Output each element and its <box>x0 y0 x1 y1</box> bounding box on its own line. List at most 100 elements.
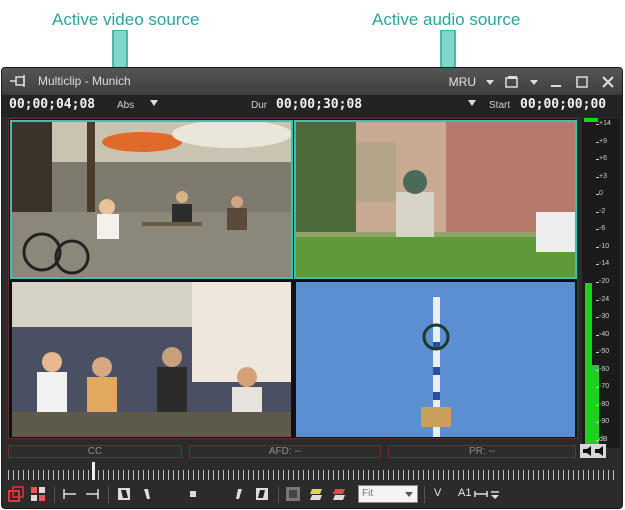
meter-tick <box>596 440 599 441</box>
abs-label: Abs <box>117 100 135 111</box>
camera-angle-1[interactable] <box>10 120 293 279</box>
meter-scale-label: -20 <box>599 278 610 285</box>
go-to-out-icon[interactable] <box>84 486 100 502</box>
meter-scale-label: -70 <box>599 383 610 390</box>
dropdown-menu-icon[interactable] <box>489 486 501 502</box>
meter-tick <box>596 264 599 265</box>
meter-scale-label: -80 <box>599 401 610 408</box>
callout-active-audio: Active audio source <box>372 10 521 29</box>
step-forward-icon[interactable] <box>254 486 270 502</box>
meter-scale-label: +3 <box>599 173 607 180</box>
zoom-fit-value: Fit <box>362 488 374 499</box>
street-cafe-image <box>12 122 291 277</box>
meter-tick <box>596 229 599 230</box>
meter-tick <box>596 335 599 336</box>
play-icon[interactable] <box>230 486 246 502</box>
meter-scale-label: -30 <box>599 313 610 320</box>
zoom-fit-select[interactable]: Fit <box>358 485 418 503</box>
multiclip-mode-icon[interactable] <box>8 486 24 502</box>
meter-tick <box>596 194 599 195</box>
current-timecode[interactable]: 00;00;04;08 <box>9 97 95 112</box>
meter-tick <box>596 282 599 283</box>
meter-scale-label: +9 <box>599 138 607 145</box>
camera-angle-3[interactable] <box>12 282 291 437</box>
chevron-down-icon <box>405 492 413 497</box>
go-to-in-icon[interactable] <box>62 486 78 502</box>
pin-icon[interactable] <box>10 74 28 88</box>
duration-timecode: 00;00;30;08 <box>276 97 363 112</box>
meter-scale-label: +14 <box>599 120 611 127</box>
link-tracks-icon[interactable] <box>474 486 488 502</box>
timecode-bar: 00;00;04;08 Abs Dur 00;00;30;08 Start 00… <box>2 95 622 117</box>
chevron-down-icon[interactable] <box>530 79 538 85</box>
park-statue-image <box>296 122 575 277</box>
title-bar-controls: MRU <box>449 72 616 92</box>
window-layout-icon[interactable] <box>504 74 520 90</box>
meter-tick <box>596 370 599 371</box>
audio-meter: +14 +9 +6 +3 0 -2 -6 -10 -14 -20 -24 -30 -40 -50 -60 -7… <box>582 118 620 448</box>
chevron-down-icon[interactable] <box>468 100 476 106</box>
separator <box>108 486 109 503</box>
meter-scale-label: -24 <box>599 296 610 303</box>
callout-active-video: Active video source <box>52 10 200 29</box>
jog-scrubber[interactable] <box>8 470 618 480</box>
meter-scale-label: -90 <box>599 418 610 425</box>
separator <box>424 486 425 503</box>
maximize-icon[interactable] <box>574 74 590 90</box>
mru-button[interactable]: MRU <box>449 75 476 89</box>
meter-tick <box>596 159 599 160</box>
title-bar: Multiclip - Munich MRU <box>2 68 622 95</box>
meter-scale-label: -14 <box>599 260 610 267</box>
chevron-down-icon[interactable] <box>150 100 158 106</box>
meter-scale-label: -50 <box>599 348 610 355</box>
crowd-image <box>12 282 291 437</box>
camera-angle-2[interactable] <box>294 120 577 279</box>
multiclip-viewer <box>8 118 578 439</box>
start-label: Start <box>489 100 511 111</box>
jog-handle[interactable] <box>92 462 95 480</box>
separator <box>54 486 55 503</box>
start-timecode: 00;00;00;00 <box>520 97 607 112</box>
camera-angle-4[interactable] <box>296 282 575 437</box>
meter-scale-label: -6 <box>599 225 606 232</box>
meter-scale-label: -10 <box>599 243 610 250</box>
video-track-button[interactable]: V <box>434 487 441 499</box>
minimize-icon[interactable] <box>548 74 564 90</box>
peak-indicator <box>584 118 598 122</box>
meter-tick <box>596 142 599 143</box>
audio-track-button[interactable]: A1 <box>458 487 471 499</box>
grid-layout-icon[interactable] <box>30 486 46 502</box>
afd-field: AFD: -- <box>189 445 381 458</box>
meter-bar-left <box>585 283 592 448</box>
chevron-down-icon[interactable] <box>486 79 494 85</box>
overlay-red-icon[interactable] <box>331 486 347 502</box>
meter-tick <box>596 405 599 406</box>
meter-tick <box>596 317 599 318</box>
meter-scale-label: dB <box>599 436 608 443</box>
meter-scale-label: -60 <box>599 366 610 373</box>
meter-scale-label: 0 <box>599 190 603 197</box>
window-title: Multiclip - Munich <box>38 74 131 88</box>
safe-area-icon[interactable] <box>285 486 301 502</box>
pr-field: PR: -- <box>388 445 576 458</box>
meter-tick <box>596 387 599 388</box>
meter-tick <box>596 212 599 213</box>
meter-tick <box>596 422 599 423</box>
stop-icon[interactable] <box>185 486 201 502</box>
maypole-image <box>296 282 575 437</box>
bottom-toolbar: Fit V A1 <box>2 483 622 507</box>
meter-bar-right <box>592 365 599 448</box>
overlay-yellow-icon[interactable] <box>308 486 324 502</box>
meter-tick <box>596 247 599 248</box>
meter-tick <box>596 177 599 178</box>
meter-scale-label: -2 <box>599 208 606 215</box>
speaker-icon[interactable] <box>580 444 606 458</box>
step-back-icon[interactable] <box>116 486 132 502</box>
meter-tick <box>596 300 599 301</box>
cc-field: CC <box>8 445 182 458</box>
play-reverse-icon[interactable] <box>140 486 156 502</box>
meter-scale-label: +6 <box>599 155 607 162</box>
meter-tick <box>596 124 599 125</box>
multiclip-window: Multiclip - Munich MRU 00;00;04;08 Abs D… <box>1 67 623 509</box>
close-icon[interactable] <box>600 74 616 90</box>
